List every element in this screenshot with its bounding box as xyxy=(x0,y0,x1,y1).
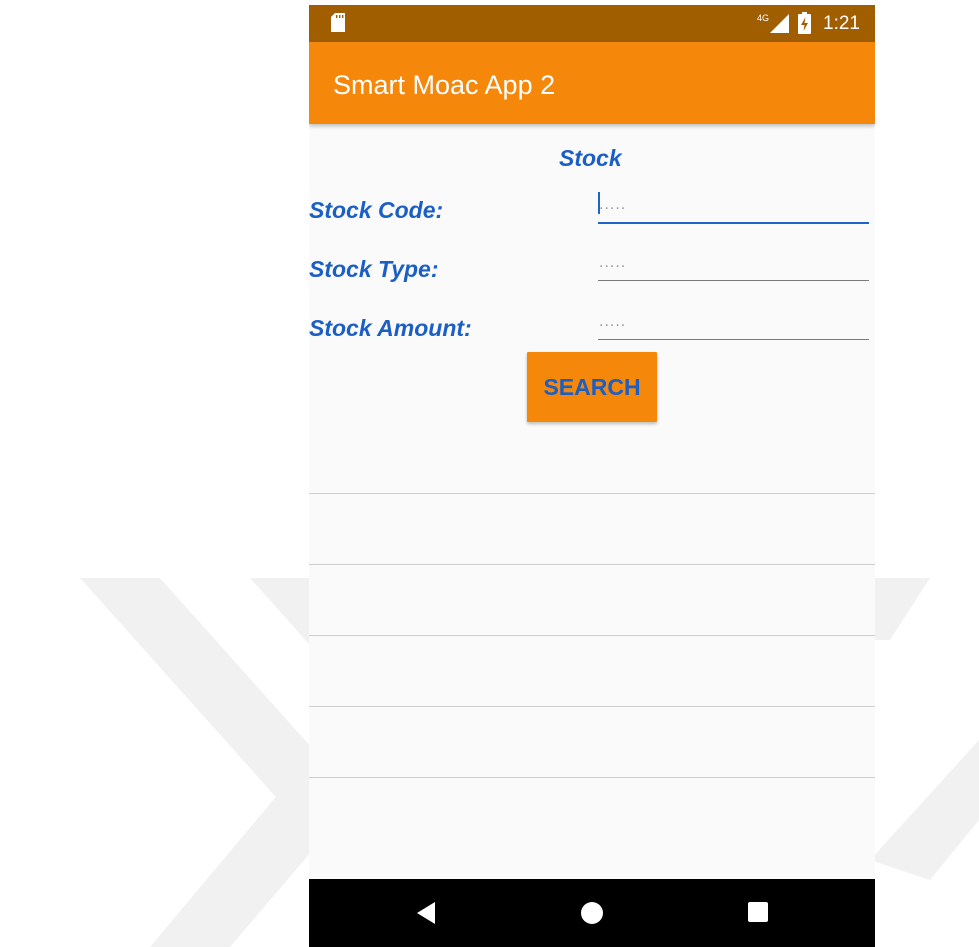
list-item[interactable] xyxy=(309,564,875,635)
form-title: Stock xyxy=(559,145,622,171)
stock-amount-input[interactable] xyxy=(598,304,869,340)
app-bar: Smart Moac App 2 xyxy=(309,42,875,124)
list-item[interactable] xyxy=(309,777,875,848)
battery-charging-icon xyxy=(798,12,811,39)
navigation-bar xyxy=(309,879,875,947)
list-item[interactable] xyxy=(309,706,875,777)
list-item[interactable] xyxy=(309,635,875,706)
recents-icon[interactable] xyxy=(747,901,769,928)
list-item[interactable] xyxy=(309,493,875,564)
text-cursor xyxy=(598,192,600,214)
stock-type-input[interactable] xyxy=(598,245,869,281)
results-list xyxy=(309,493,875,848)
stock-code-label: Stock Code: xyxy=(309,197,444,223)
search-button[interactable]: SEARCH xyxy=(527,352,657,422)
back-icon[interactable] xyxy=(415,901,437,930)
phone-screen: 4G 1:21 Smart Moac App 2 Stock Stock Cod… xyxy=(309,5,875,947)
stock-code-input[interactable] xyxy=(598,188,869,224)
network-badge: 4G xyxy=(757,13,769,23)
home-icon[interactable] xyxy=(580,901,604,930)
status-bar: 4G 1:21 xyxy=(309,5,875,42)
sd-card-icon xyxy=(331,13,345,37)
signal-icon: 4G xyxy=(757,12,791,39)
app-title: Smart Moac App 2 xyxy=(333,70,556,100)
stock-type-label: Stock Type: xyxy=(309,256,439,282)
stock-amount-label: Stock Amount: xyxy=(309,315,472,341)
status-time: 1:21 xyxy=(823,13,860,34)
